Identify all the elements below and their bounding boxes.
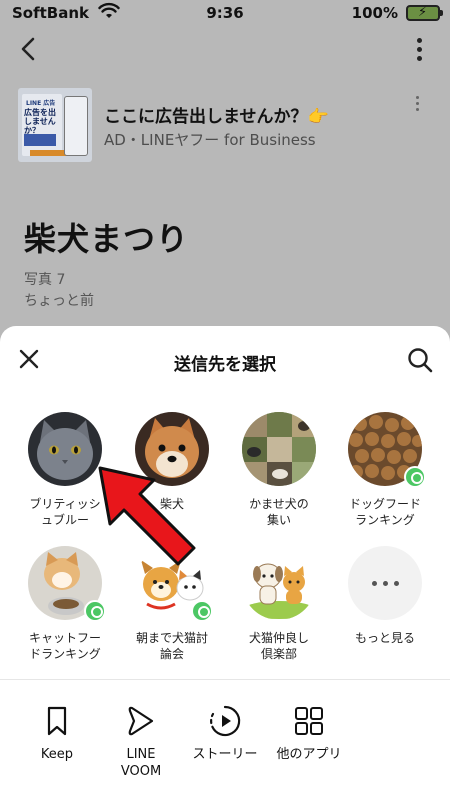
story-play-icon (208, 704, 242, 738)
action-label: Keep (40, 747, 74, 762)
other-apps-button[interactable]: 他のアプリ (264, 704, 354, 763)
search-button[interactable] (406, 346, 434, 374)
gray-cat-photo (28, 412, 102, 486)
official-account-badge-icon (191, 600, 213, 622)
red-arrow-icon (98, 466, 196, 566)
timestamp: ちょっと前 (24, 293, 94, 309)
story-button[interactable]: ストーリー (180, 704, 270, 763)
contact-name: キャットフー ドランキング (28, 631, 101, 661)
action-label: 他のアプリ (276, 747, 342, 762)
more-contacts-label: もっと見る (354, 631, 415, 645)
contact-name: 朝まで犬猫討 論会 (135, 631, 208, 661)
contact-name: ドッグフード ランキング (348, 497, 421, 527)
battery-percent: 100% (351, 4, 398, 22)
share-sheet: 送信先を選択 ブリティッシ ュブルー 柴犬 かませ犬の 集い ドッグフード ラン… (0, 326, 450, 800)
page-title: 柴犬まつり (24, 220, 190, 258)
contact-item[interactable]: かませ犬の 集い (224, 412, 334, 528)
photo-count: 写真 7 (24, 272, 66, 288)
contact-name: 犬猫仲良し 倶楽部 (248, 631, 309, 661)
dog-collage-photo (242, 412, 316, 486)
sheet-title: 送信先を選択 (174, 355, 276, 375)
line-voom-button[interactable]: LINE VOOM (96, 704, 186, 780)
grid-apps-icon (292, 704, 326, 738)
keep-button[interactable]: Keep (12, 704, 102, 763)
ad-menu-button[interactable] (414, 96, 420, 114)
more-contacts-button[interactable]: もっと見る (330, 546, 440, 646)
contact-item[interactable]: 犬猫仲良し 倶楽部 (224, 546, 334, 662)
official-account-badge-icon (84, 600, 106, 622)
more-menu-button[interactable] (414, 38, 424, 64)
ad-thumb-brand: LINE 広告 (26, 100, 56, 107)
search-icon (408, 348, 433, 373)
chevron-left-icon (21, 37, 35, 61)
contact-name: かませ犬の 集い (249, 497, 309, 527)
divider (0, 679, 450, 680)
contact-item[interactable]: ドッグフード ランキング (330, 412, 440, 528)
cat-eating-photo (28, 546, 106, 622)
action-label: ストーリー (192, 747, 258, 762)
action-label: LINE VOOM (120, 747, 162, 779)
ad-thumb-headline: 広告を出しませんか？ (24, 108, 56, 135)
bookmark-icon (40, 704, 74, 738)
voom-play-icon (124, 704, 158, 738)
dog-food-photo (348, 412, 426, 488)
battery-icon: ⚡ (406, 5, 443, 21)
back-button[interactable] (14, 34, 44, 64)
ad-subtitle: AD・LINEヤフー for Business (104, 131, 316, 149)
dog-cat-friends-illustration (242, 546, 316, 620)
more-dots-icon (348, 546, 422, 620)
ad-title[interactable]: ここに広告出しませんか？👉 (104, 102, 329, 127)
status-bar: SoftBank 9:36 100% ⚡ (0, 0, 450, 26)
official-account-badge-icon (404, 466, 426, 488)
ad-thumbnail[interactable]: LINE 広告 広告を出しませんか？ (18, 88, 92, 162)
